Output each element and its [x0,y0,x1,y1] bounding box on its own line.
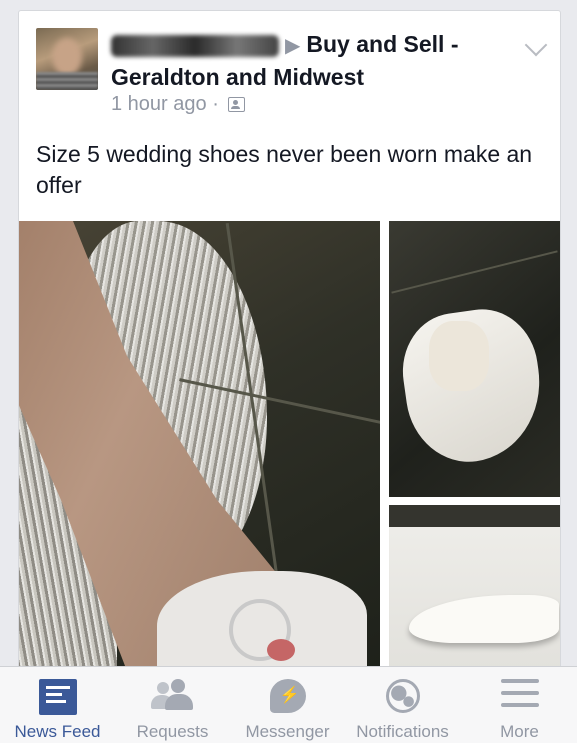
news-feed-icon [38,679,77,715]
tab-label: More [500,722,539,741]
tab-requests[interactable]: Requests [115,667,230,743]
tab-notifications[interactable]: Notifications [345,667,460,743]
author-name-redacted[interactable] [111,34,279,57]
tab-news-feed[interactable]: News Feed [0,667,115,743]
group-members-icon [228,97,246,113]
shoe-insole [429,321,489,391]
tile-line [391,250,558,294]
chevron-down-icon[interactable] [524,33,548,57]
post-card: ▶ Buy and Sell - Geraldton and Midwest 1 … [18,10,561,672]
post-text: Size 5 wedding shoes never been worn mak… [36,141,533,198]
friend-requests-icon [150,679,195,711]
tab-label: Messenger [245,722,330,741]
tab-more[interactable]: More [462,667,577,743]
blurred-face [52,38,82,76]
photo-grid [19,221,560,671]
photo-top-right[interactable] [389,221,560,497]
avatar-shirt [36,72,98,90]
post-header: ▶ Buy and Sell - Geraldton and Midwest [111,29,511,93]
tab-label: Notifications [356,722,449,741]
post-timestamp[interactable]: 1 hour ago [111,93,207,115]
arrow-right-icon: ▶ [285,35,301,57]
hamburger-menu-icon [500,679,539,707]
toe [267,639,295,661]
bottom-tab-bar: News Feed Requests Messenger Notificatio… [0,666,577,743]
author-avatar[interactable] [36,28,98,90]
photo-bottom-right[interactable] [389,505,560,671]
tab-messenger[interactable]: Messenger [230,667,345,743]
meta-separator: · [212,93,219,115]
post-meta: 1 hour ago · [111,93,246,116]
floor-edge [389,505,560,527]
messenger-icon [269,679,306,713]
tab-label: Requests [136,722,209,741]
globe-icon [385,679,420,713]
photo-main[interactable] [19,221,380,671]
tab-label: News Feed [14,722,101,741]
wedding-shoe [409,595,559,643]
